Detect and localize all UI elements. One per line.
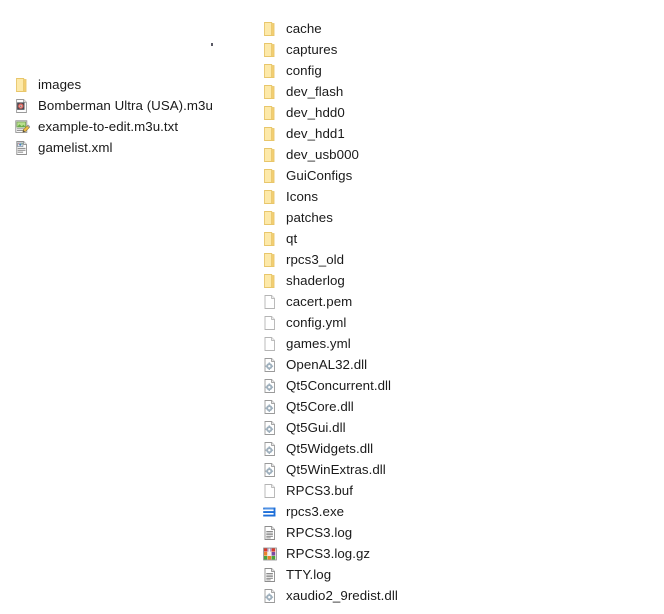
blank-document-icon: [262, 294, 278, 310]
file-list-item[interactable]: rpcs3_old: [262, 249, 398, 270]
file-list-item[interactable]: GuiConfigs: [262, 165, 398, 186]
file-name-label: games.yml: [286, 335, 351, 351]
dll-gear-document-icon: [262, 588, 278, 604]
file-list-item[interactable]: dev_usb000: [262, 144, 398, 165]
file-name-label: cache: [286, 20, 322, 36]
file-name-label: Bomberman Ultra (USA).m3u: [38, 97, 213, 113]
file-name-label: patches: [286, 209, 333, 225]
dll-gear-document-icon: [262, 420, 278, 436]
media-playlist-icon: [14, 98, 30, 114]
file-name-label: rpcs3_old: [286, 251, 345, 267]
file-name-label: qt: [286, 230, 298, 246]
folder-icon: [262, 42, 278, 58]
file-name-label: Qt5Widgets.dll: [286, 440, 374, 456]
cursor-artifact: [211, 43, 213, 46]
file-list-item[interactable]: cacert.pem: [262, 291, 398, 312]
file-list-item[interactable]: TTY.log: [262, 564, 398, 585]
file-name-label: dev_hdd1: [286, 125, 345, 141]
file-list-item[interactable]: RPCS3.buf: [262, 480, 398, 501]
file-name-label: TTY.log: [286, 566, 332, 582]
file-list-item[interactable]: rpcs3.exe: [262, 501, 398, 522]
text-editor-icon: [14, 119, 30, 135]
file-name-label: images: [38, 76, 82, 92]
file-list-item[interactable]: xaudio2_9redist.dll: [262, 585, 398, 606]
file-name-label: xaudio2_9redist.dll: [286, 587, 398, 603]
dll-gear-document-icon: [262, 378, 278, 394]
right-file-list: cache captures config dev_flash dev_hdd0 dev_…: [262, 18, 398, 606]
file-name-label: OpenAL32.dll: [286, 356, 368, 372]
file-list-item[interactable]: shaderlog: [262, 270, 398, 291]
file-list-item[interactable]: Qt5Concurrent.dll: [262, 375, 398, 396]
file-list-item[interactable]: Qt5Gui.dll: [262, 417, 398, 438]
log-document-icon: [262, 567, 278, 583]
dll-gear-document-icon: [262, 399, 278, 415]
file-list-item[interactable]: Qt5WinExtras.dll: [262, 459, 398, 480]
archive-icon: [262, 546, 278, 562]
dll-gear-document-icon: [262, 441, 278, 457]
folder-icon: [262, 84, 278, 100]
file-list-item[interactable]: Qt5Widgets.dll: [262, 438, 398, 459]
file-name-label: dev_hdd0: [286, 104, 345, 120]
file-name-label: Qt5Core.dll: [286, 398, 354, 414]
file-name-label: example-to-edit.m3u.txt: [38, 118, 179, 134]
file-name-label: GuiConfigs: [286, 167, 353, 183]
file-name-label: Qt5WinExtras.dll: [286, 461, 386, 477]
blank-document-icon: [262, 336, 278, 352]
file-list-item[interactable]: RPCS3.log: [262, 522, 398, 543]
folder-icon: [14, 77, 30, 93]
folder-icon: [262, 231, 278, 247]
blank-document-icon: [262, 315, 278, 331]
file-name-label: Icons: [286, 188, 319, 204]
dll-gear-document-icon: [262, 462, 278, 478]
file-list-item[interactable]: Bomberman Ultra (USA).m3u: [14, 95, 213, 116]
file-list-item[interactable]: cache: [262, 18, 398, 39]
file-name-label: Qt5Gui.dll: [286, 419, 346, 435]
folder-icon: [262, 105, 278, 121]
file-name-label: RPCS3.buf: [286, 482, 353, 498]
folder-icon: [262, 147, 278, 163]
file-list-item[interactable]: games.yml: [262, 333, 398, 354]
folder-icon: [262, 252, 278, 268]
file-name-label: dev_flash: [286, 83, 344, 99]
left-file-list: images Bomberman Ultra (USA).m3u example-t…: [14, 74, 213, 158]
xml-document-icon: [14, 140, 30, 156]
file-list-item[interactable]: images: [14, 74, 213, 95]
file-list-item[interactable]: OpenAL32.dll: [262, 354, 398, 375]
file-name-label: config.yml: [286, 314, 347, 330]
file-list-item[interactable]: Qt5Core.dll: [262, 396, 398, 417]
file-list-item[interactable]: config: [262, 60, 398, 81]
file-list-item[interactable]: captures: [262, 39, 398, 60]
file-list-item[interactable]: dev_hdd0: [262, 102, 398, 123]
file-name-label: shaderlog: [286, 272, 345, 288]
file-name-label: rpcs3.exe: [286, 503, 345, 519]
folder-icon: [262, 126, 278, 142]
blank-document-icon: [262, 483, 278, 499]
dll-gear-document-icon: [262, 357, 278, 373]
file-name-label: RPCS3.log.gz: [286, 545, 371, 561]
file-name-label: dev_usb000: [286, 146, 359, 162]
folder-icon: [262, 210, 278, 226]
file-list-item[interactable]: qt: [262, 228, 398, 249]
file-name-label: cacert.pem: [286, 293, 353, 309]
file-name-label: RPCS3.log: [286, 524, 353, 540]
log-document-icon: [262, 525, 278, 541]
file-name-label: Qt5Concurrent.dll: [286, 377, 392, 393]
file-list-item[interactable]: patches: [262, 207, 398, 228]
file-name-label: gamelist.xml: [38, 139, 113, 155]
file-name-label: captures: [286, 41, 338, 57]
file-name-label: config: [286, 62, 322, 78]
file-list-item[interactable]: dev_hdd1: [262, 123, 398, 144]
file-list-item[interactable]: gamelist.xml: [14, 137, 213, 158]
folder-icon: [262, 168, 278, 184]
folder-icon: [262, 63, 278, 79]
folder-icon: [262, 273, 278, 289]
executable-icon: [262, 504, 278, 520]
file-list-item[interactable]: RPCS3.log.gz: [262, 543, 398, 564]
folder-icon: [262, 189, 278, 205]
file-list-item[interactable]: Icons: [262, 186, 398, 207]
file-list-item[interactable]: dev_flash: [262, 81, 398, 102]
folder-icon: [262, 21, 278, 37]
file-list-item[interactable]: example-to-edit.m3u.txt: [14, 116, 213, 137]
file-list-item[interactable]: config.yml: [262, 312, 398, 333]
